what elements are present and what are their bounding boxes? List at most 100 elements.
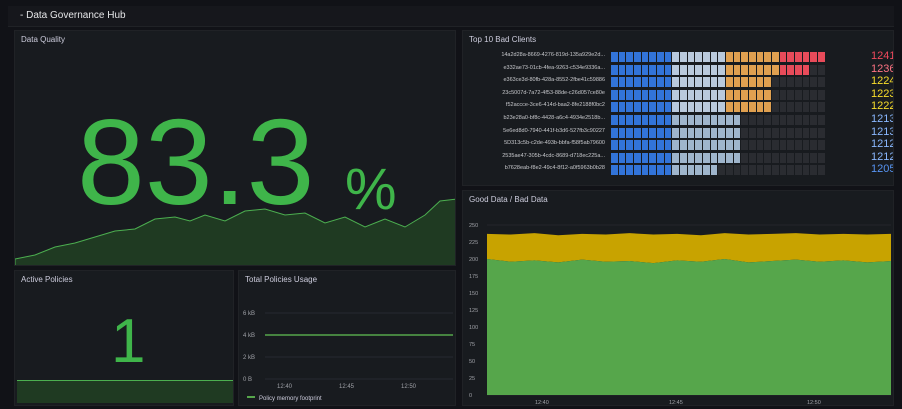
bar-cell — [618, 102, 626, 113]
bar-cell — [664, 64, 672, 75]
bar-cell — [703, 165, 710, 176]
dashboard-header: - Data Governance Hub — [8, 6, 894, 27]
bar-cell — [641, 165, 649, 176]
bar-cell — [795, 77, 802, 88]
data-quality-value: 83.3 — [77, 94, 315, 230]
client-row[interactable]: b7628eab-f8e2-49c4-8f12-a0f5963b0b28 1205 — [463, 163, 893, 176]
bar-cell — [626, 152, 634, 163]
bar-cell — [749, 115, 756, 125]
bar-cell — [626, 127, 634, 138]
bar-cell — [772, 127, 779, 138]
bar-cell — [795, 152, 802, 163]
bar-cell — [779, 77, 787, 88]
bar-cell — [756, 64, 764, 75]
client-bar — [611, 52, 825, 62]
bar-cell — [764, 152, 772, 163]
bad-clients-title: Top 10 Bad Clients — [469, 35, 537, 44]
bar-cell — [795, 89, 802, 100]
bar-cell — [626, 77, 634, 88]
bar-cell — [703, 64, 710, 75]
bar-cell — [756, 165, 764, 176]
bar-cell — [618, 89, 626, 100]
bar-cell — [611, 77, 618, 88]
bar-cell — [810, 127, 818, 138]
bar-cell — [634, 140, 641, 151]
client-bar — [611, 115, 825, 125]
client-row[interactable]: 14a2d28a-8669-4276-819d-135a929e2d... 124… — [463, 50, 893, 63]
bar-cell — [733, 140, 741, 151]
bar-cell — [741, 64, 749, 75]
bar-cell — [664, 165, 672, 176]
client-row[interactable]: 5e6ed8d0-7940-441f-b3d6-527fb3c90227 1213 — [463, 126, 893, 139]
good-bad-chart: 250225200175150125100755025012:40 12:45 12… — [469, 223, 891, 406]
bar-cell — [687, 52, 695, 62]
client-value: 1236 — [871, 62, 894, 75]
x-tick-label: 12:50 — [807, 400, 821, 406]
bar-cell — [733, 127, 741, 138]
bar-cell — [649, 102, 657, 113]
bar-cell — [810, 152, 818, 163]
bar-cell — [680, 152, 687, 163]
bar-cell — [718, 89, 726, 100]
bar-cell — [810, 102, 818, 113]
bar-cell — [695, 102, 703, 113]
bar-cell — [787, 152, 795, 163]
bar-cell — [802, 115, 810, 125]
client-value: 1223 — [871, 87, 894, 100]
bar-cell — [733, 89, 741, 100]
x-tick-label: 12:45 — [669, 400, 683, 406]
client-row[interactable]: f52accce-3ce6-414d-baa2-8fe2188f0bc2 1222 — [463, 100, 893, 113]
bar-cell — [695, 165, 703, 176]
bar-cell — [772, 115, 779, 125]
client-row[interactable]: b23e28a0-bf8c-4428-a6c4-4934e2518b... 121… — [463, 113, 893, 126]
bar-cell — [787, 52, 795, 62]
client-row[interactable]: 5D313c5b-c2de-493b-bbfa-f58f5ab79600 1212 — [463, 138, 893, 151]
bar-cell — [672, 64, 680, 75]
bar-cell — [710, 140, 718, 151]
bar-cell — [672, 152, 680, 163]
client-id: f52accce-3ce6-414d-baa2-8fe2188f0bc2 — [505, 102, 605, 109]
bar-cell — [795, 140, 802, 151]
bar-cell — [657, 115, 664, 125]
bar-cell — [687, 165, 695, 176]
bar-cell — [749, 165, 756, 176]
bar-cell — [787, 102, 795, 113]
bar-cell — [726, 52, 733, 62]
bar-cell — [787, 127, 795, 138]
bar-cell — [641, 127, 649, 138]
y-tick-label: 100 — [469, 325, 478, 331]
usage-y-tick: 0 B — [243, 377, 252, 383]
bar-cell — [779, 89, 787, 100]
bar-cell — [634, 102, 641, 113]
bar-cell — [733, 77, 741, 88]
bar-cell — [703, 115, 710, 125]
client-row[interactable]: e363ce3d-80fb-428a-8552-2fbe41c59886 1224 — [463, 75, 893, 88]
bar-cell — [772, 152, 779, 163]
usage-legend-label: Policy memory footprint — [259, 396, 322, 402]
bar-cell — [764, 52, 772, 62]
bar-cell — [764, 64, 772, 75]
bar-cell — [710, 165, 718, 176]
bar-cell — [680, 102, 687, 113]
bar-cell — [756, 127, 764, 138]
bar-cell — [695, 127, 703, 138]
active-policies-fill — [17, 380, 233, 403]
bar-cell — [733, 115, 741, 125]
client-row[interactable]: 23c5007d-7a72-4f53-88de-c26d057ce80e 1223 — [463, 87, 894, 101]
bar-cell — [703, 127, 710, 138]
bar-cell — [695, 115, 703, 125]
bar-cell — [756, 140, 764, 151]
dashboard-title[interactable]: - Data Governance Hub — [20, 10, 126, 21]
bar-cell — [672, 140, 680, 151]
client-id: b23e28a0-bf8c-4428-a6c4-4934e2518b... — [503, 115, 605, 121]
bar-cell — [626, 89, 634, 100]
bar-cell — [611, 64, 618, 75]
bar-cell — [649, 77, 657, 88]
client-id: e363ce3d-80fb-428a-8552-2fbe41c59886 — [503, 77, 605, 84]
bar-cell — [779, 64, 787, 75]
client-row[interactable]: 2535ae47-305b-4cdc-8689-d718ec225a... 121… — [463, 151, 893, 164]
client-row[interactable]: e332ae73-01cb-4fea-9263-c534e9336a... 123… — [463, 62, 894, 76]
bar-cell — [741, 140, 749, 151]
bar-cell — [733, 102, 741, 113]
client-id: 14a2d28a-8669-4276-819d-135a929e2d... — [501, 52, 605, 58]
